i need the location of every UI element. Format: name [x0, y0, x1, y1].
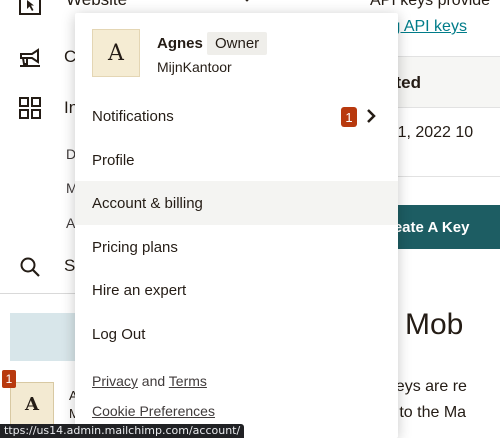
- chevron-down-icon: [245, 0, 249, 2]
- and-text: and: [137, 373, 169, 389]
- website-icon[interactable]: [18, 0, 42, 16]
- status-url: ttps://us14.admin.mailchimp.com/account/: [4, 424, 241, 437]
- account-dropdown: A Agnes Owner MijnKantoor Notifications …: [75, 13, 398, 438]
- menu-item-profile[interactable]: Profile: [75, 138, 398, 182]
- link-status-bar: ttps://us14.admin.mailchimp.com/account/: [0, 424, 245, 438]
- legal-links: Privacy and Terms: [92, 373, 207, 389]
- menu-item-notifications[interactable]: Notifications 1: [75, 94, 398, 138]
- chevron-right-icon: [367, 109, 376, 123]
- avatar-initial: A: [25, 393, 39, 415]
- profile-header: A Agnes Owner MijnKantoor: [75, 13, 398, 93]
- menu-item-account-billing[interactable]: Account & billing: [75, 181, 398, 225]
- organization-name: MijnKantoor: [157, 59, 232, 75]
- sidebar-subitem[interactable]: A: [66, 215, 75, 231]
- notifications-count-badge: 1: [341, 107, 357, 127]
- user-avatar: A: [92, 29, 140, 77]
- account-billing-label: Account & billing: [92, 194, 203, 212]
- search-icon[interactable]: [18, 255, 42, 279]
- create-key-label: reate A Key: [388, 218, 470, 236]
- privacy-link[interactable]: Privacy: [92, 373, 138, 389]
- terms-link[interactable]: Terms: [169, 373, 207, 389]
- account-avatar[interactable]: A: [10, 382, 54, 426]
- sidebar-item-search[interactable]: S: [64, 256, 75, 276]
- website-label: Website: [66, 0, 127, 10]
- cookie-preferences-link[interactable]: Cookie Preferences: [92, 403, 215, 419]
- menu-item-log-out[interactable]: Log Out: [75, 312, 398, 356]
- notification-badge: 1: [2, 370, 16, 388]
- cookie-preferences-row: Cookie Preferences: [92, 403, 215, 419]
- user-name: Agnes: [157, 35, 203, 52]
- role-badge: Owner: [207, 32, 268, 55]
- menu-item-pricing-plans[interactable]: Pricing plans: [75, 225, 398, 269]
- hire-expert-label: Hire an expert: [92, 281, 187, 299]
- avatar-initial: A: [108, 40, 124, 66]
- grid-icon[interactable]: [18, 96, 42, 120]
- pricing-plans-label: Pricing plans: [92, 238, 178, 256]
- profile-label: Profile: [92, 151, 135, 169]
- megaphone-icon[interactable]: [18, 45, 42, 69]
- api-keys-intro: API keys provide: [370, 0, 491, 9]
- notifications-label: Notifications: [92, 107, 174, 125]
- log-out-label: Log Out: [92, 325, 146, 343]
- menu-item-hire-expert[interactable]: Hire an expert: [75, 268, 398, 312]
